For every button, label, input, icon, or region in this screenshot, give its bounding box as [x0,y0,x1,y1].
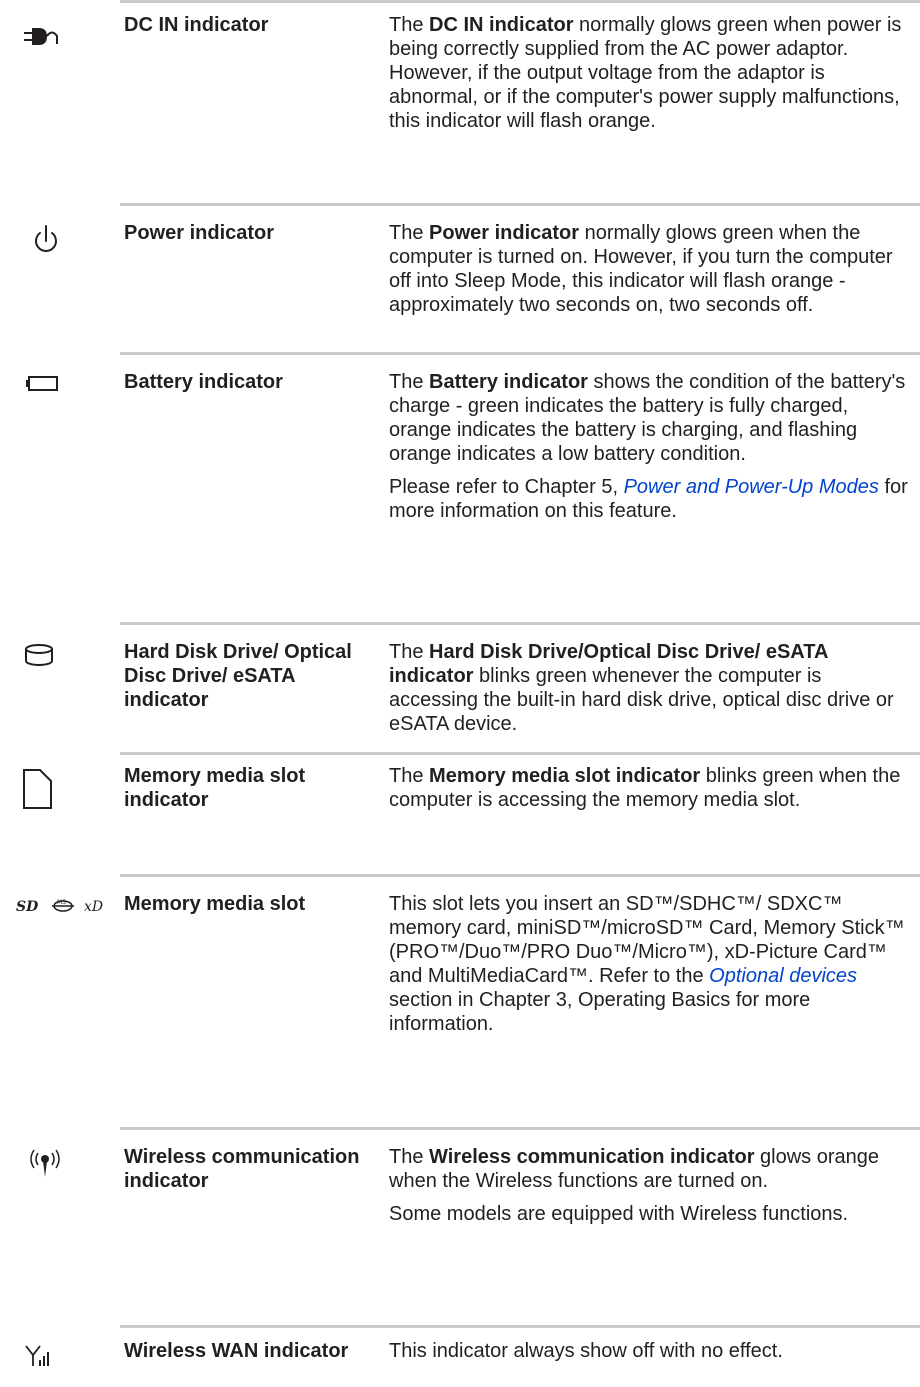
desc-memory-slot: This slot lets you insert an SD™/SDHC™/ … [389,893,905,1035]
memory-card-icon [20,766,80,816]
wireless-antenna-icon [20,1147,80,1187]
row-divider [120,352,920,355]
desc-battery: The Battery indicator shows the conditio… [389,371,908,522]
term-wireless-wan: Wireless WAN indicator [124,1340,349,1362]
term-dc-in: DC IN indicator [124,14,269,36]
row-divider [120,622,920,625]
desc-hdd: The Hard Disk Drive/Optical Disc Drive/ … [389,641,894,735]
desc-memory-indicator: The Memory media slot indicator blinks g… [389,765,901,811]
desc-bold: Memory media slot indicator [429,765,701,787]
desc-bold: Wireless communication indicator [429,1146,755,1168]
term-battery: Battery indicator [124,371,283,393]
row-divider [120,1325,920,1328]
row-divider [120,203,920,206]
desc-power: The Power indicator normally glows green… [389,222,893,316]
desc-bold: Power indicator [429,222,580,244]
dc-in-plug-icon [20,22,80,62]
xd-logo: xD [84,899,103,915]
wireless-wan-signal-icon [20,1340,80,1380]
desc-bold: Battery indicator [429,371,588,393]
sd-logo: SD [16,899,39,915]
row-divider [120,1127,920,1130]
term-wireless: Wireless communication indicator [124,1146,360,1192]
optional-devices-link[interactable]: Optional devices [709,965,857,987]
desc-bold: DC IN indicator [429,14,574,36]
term-memory-slot: Memory media slot [124,893,306,915]
power-modes-link[interactable]: Power and Power-Up Modes [624,476,879,498]
row-divider [120,0,920,3]
term-power: Power indicator [124,222,275,244]
desc-wireless-wan: This indicator always show off with no e… [389,1340,783,1362]
battery-icon [20,370,80,410]
row-divider [120,752,920,755]
row-divider [120,874,920,877]
term-hdd: Hard Disk Drive/ Optical Disc Drive/ eSA… [124,641,352,711]
hard-disk-icon [20,640,80,680]
term-memory-indicator: Memory media slot indicator [124,765,306,811]
power-icon [20,222,80,262]
sd-ms-xd-logos-icon: SD MS xD [16,892,124,918]
desc-wireless: The Wireless communication indicator glo… [389,1146,880,1225]
desc-dc-in: The DC IN indicator normally glows green… [389,14,902,132]
ms-logo: MS [57,899,66,906]
